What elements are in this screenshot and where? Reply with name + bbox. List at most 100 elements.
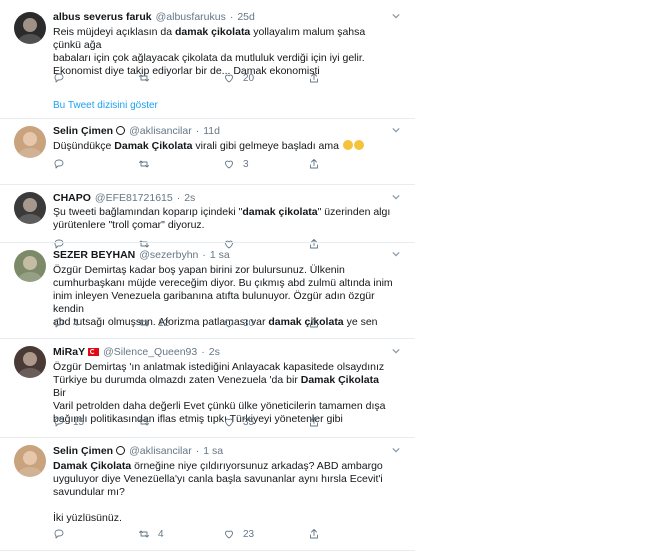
handle[interactable]: @EFE81721615 <box>95 192 173 204</box>
laughing-emoji-icon <box>343 140 353 150</box>
like-button[interactable]: 23 <box>223 528 254 540</box>
like-count: 23 <box>243 528 255 540</box>
text-segment: " üzerinden algı <box>317 206 391 218</box>
timestamp[interactable]: 2s <box>184 192 195 204</box>
tweet-header: CHAPO @EFE81721615 · 2s <box>53 192 195 205</box>
tweet-text: Düşündükçe Damak Çikolata virali gibi ge… <box>53 140 393 153</box>
reply-button[interactable]: 15 <box>53 416 84 428</box>
tweet-text-line: savundular mı? <box>53 486 393 499</box>
display-name[interactable]: Selin Çimen <box>53 445 113 457</box>
tweet-text-line: inim inleyen Venezuela garibanına atıfta… <box>53 290 393 316</box>
show-thread-link[interactable]: Bu Tweet dizisini göster <box>53 100 158 111</box>
tweet-text-line: İki yüzlüsünüz. <box>53 512 393 525</box>
text-segment: Varil petrolden daha değerli Evet çünkü … <box>53 400 386 412</box>
tweet-actions: 20 <box>53 72 333 86</box>
avatar[interactable] <box>14 250 46 282</box>
separator-dot: · <box>201 346 205 358</box>
tweet-header: Selin Çimen @aklisancilar · 1 sa <box>53 445 223 458</box>
chevron-down-icon[interactable] <box>392 250 400 258</box>
retweet-button[interactable]: 4 <box>138 528 164 540</box>
tweet-text: Reis müjdeyi açıklasın da damak çikolata… <box>53 26 393 78</box>
avatar[interactable] <box>14 192 46 224</box>
display-name[interactable]: albus severus faruk <box>53 11 152 23</box>
text-segment: örneğine niye çıldırıyorsunuz arkadaş? A… <box>131 460 383 472</box>
avatar[interactable] <box>14 12 46 44</box>
like-icon <box>223 72 243 84</box>
tweet-text-line: Türkiye bu durumda olmazdı zaten Venezue… <box>53 374 393 400</box>
tweet-divider <box>0 118 415 119</box>
tweet-header: albus severus faruk @albusfarukus · 25d <box>53 11 255 24</box>
reply-count: 15 <box>73 416 85 428</box>
timestamp[interactable]: 1 sa <box>203 445 223 457</box>
display-name[interactable]: MiRaY <box>53 346 85 358</box>
share-button[interactable] <box>308 528 328 540</box>
tweet-actions: 3 <box>53 158 333 172</box>
tweet-text-line: Düşündükçe Damak Çikolata virali gibi ge… <box>53 140 393 153</box>
handle[interactable]: @aklisancilar <box>129 125 192 137</box>
reply-button[interactable] <box>53 528 73 540</box>
reply-icon <box>53 158 73 170</box>
retweet-icon <box>138 317 158 329</box>
reply-button[interactable]: 4 <box>53 317 79 329</box>
display-name[interactable]: SEZER BEYHAN <box>53 249 135 261</box>
timestamp[interactable]: 11d <box>203 125 220 137</box>
tweet-header: SEZER BEYHAN @sezerbyhn · 1 sa <box>53 249 230 262</box>
display-name[interactable]: Selin Çimen <box>53 125 113 137</box>
separator-dot: · <box>195 125 200 137</box>
handle[interactable]: @aklisancilar <box>129 445 192 457</box>
highlighted-keyword: damak çikolata <box>174 26 251 38</box>
tweet-text-line: babaları için çok ağlayacak çikolata da … <box>53 52 393 65</box>
tweet-header: Selin Çimen @aklisancilar · 11d <box>53 125 220 138</box>
avatar[interactable] <box>14 346 46 378</box>
like-icon <box>223 158 243 170</box>
share-button[interactable] <box>308 238 328 250</box>
reply-icon <box>53 528 73 540</box>
chevron-down-icon[interactable] <box>392 446 400 454</box>
share-button[interactable] <box>308 72 328 84</box>
text-segment: savundular mı? <box>53 486 125 498</box>
share-button[interactable] <box>308 158 328 170</box>
reply-icon <box>53 317 73 329</box>
share-icon <box>308 238 328 250</box>
like-icon <box>223 416 243 428</box>
text-segment: Türkiye bu durumda olmazdı zaten Venezue… <box>53 374 301 386</box>
tweet-divider <box>0 550 415 551</box>
like-button[interactable]: 30 <box>223 317 254 329</box>
timestamp[interactable]: 2s <box>209 346 220 358</box>
tweet-text-line <box>53 499 393 512</box>
retweet-button[interactable]: 12 <box>138 317 169 329</box>
retweet-button[interactable] <box>138 158 158 170</box>
timestamp[interactable]: 25d <box>237 11 255 23</box>
tweet-text-line: cumhurbaşkanı müjde vereceğim diyor. Bu … <box>53 277 393 290</box>
avatar[interactable] <box>14 126 46 158</box>
text-segment: inim inleyen Venezuela garibanına atıfta… <box>53 290 375 315</box>
share-button[interactable] <box>308 317 328 329</box>
like-count: 35 <box>243 416 255 428</box>
timestamp[interactable]: 1 sa <box>210 249 230 261</box>
handle[interactable]: @Silence_Queen93 <box>103 346 197 358</box>
share-icon <box>308 416 328 428</box>
like-count: 3 <box>243 158 249 170</box>
like-icon <box>223 528 243 540</box>
retweet-count: 4 <box>158 528 164 540</box>
turkey-flag-icon <box>88 348 100 356</box>
chevron-down-icon[interactable] <box>392 12 400 20</box>
text-segment: virali gibi gelmeye başladı ama <box>192 140 339 152</box>
display-name[interactable]: CHAPO <box>53 192 91 204</box>
avatar[interactable] <box>14 445 46 477</box>
share-button[interactable] <box>308 416 328 428</box>
chevron-down-icon[interactable] <box>392 126 400 134</box>
handle[interactable]: @albusfarukus <box>156 11 226 23</box>
text-segment: Özgür Demirtaş kadar boş yapan birini zo… <box>53 264 345 276</box>
like-button[interactable]: 3 <box>223 158 249 170</box>
text-segment: ye sen <box>343 316 378 328</box>
reply-button[interactable] <box>53 158 73 170</box>
like-button[interactable]: 20 <box>223 72 254 84</box>
like-button[interactable]: 35 <box>223 416 254 428</box>
reply-button[interactable] <box>53 72 73 84</box>
chevron-down-icon[interactable] <box>392 347 400 355</box>
chevron-down-icon[interactable] <box>392 193 400 201</box>
retweet-button[interactable] <box>138 416 158 428</box>
handle[interactable]: @sezerbyhn <box>139 249 198 261</box>
retweet-button[interactable] <box>138 72 158 84</box>
